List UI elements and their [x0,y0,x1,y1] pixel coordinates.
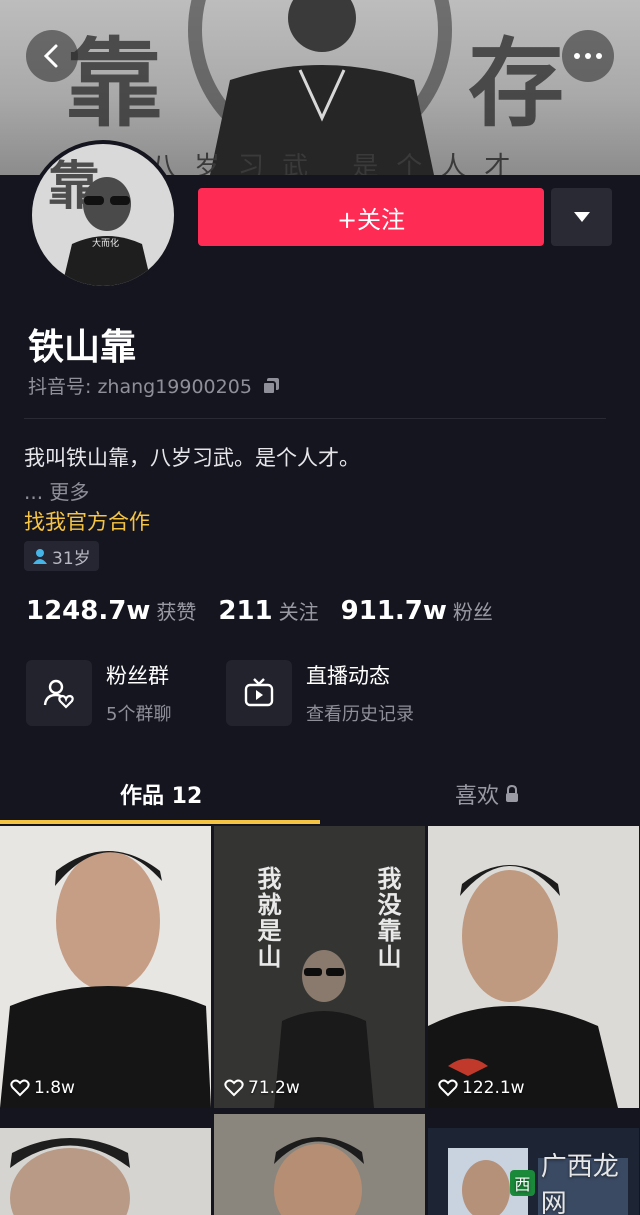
age-tag: 31岁 [24,541,99,571]
live-history-title: 直播动态 [306,664,390,688]
live-history-entry[interactable]: 直播动态 查看历史记录 [226,660,414,726]
like-count-text: 122.1w [462,1078,525,1098]
live-history-subtitle: 查看历史记录 [306,704,414,725]
bio: 我叫铁山靠，八岁习武。是个人才。 [24,446,360,470]
tab-works[interactable]: 作品 12 [120,778,202,810]
stat-likes: 1248.7w 获赞 [26,596,196,626]
stat-likes-value: 1248.7w [26,596,151,626]
age-text: 31岁 [52,548,91,569]
heart-icon [224,1079,244,1097]
person-icon [33,549,47,564]
video-thumbnail[interactable] [214,1114,425,1215]
business-cooperation-link[interactable]: 找我官方合作 [24,506,150,536]
douyin-id-text: 抖音号: zhang19900205 [28,376,252,398]
video-image [0,826,211,1108]
douyin-id: 抖音号: zhang19900205 [28,372,280,399]
video-like-count: 71.2w [224,1078,300,1098]
stat-following[interactable]: 211 关注 [218,596,318,626]
stat-likes-label: 获赞 [156,600,197,624]
stat-following-value: 211 [218,596,273,626]
video-image [428,826,639,1108]
heart-icon [438,1079,458,1097]
fan-group-entry[interactable]: 粉丝群 5个群聊 [26,660,171,726]
active-tab-indicator [0,820,320,824]
tab-likes-label: 喜欢 [455,784,500,809]
like-count-text: 71.2w [248,1078,300,1098]
fan-group-subtitle: 5个群聊 [106,704,172,725]
bio-more-link[interactable]: ... 更多 [24,476,89,505]
stat-fans-label: 粉丝 [452,600,493,624]
content-tabs: 作品 12 喜欢 [0,770,640,825]
stats-row: 1248.7w 获赞 211 关注 911.7w 粉丝 [26,596,515,626]
stat-fans-value: 911.7w [340,596,447,626]
watermark-text: 广西龙网 [540,1152,619,1215]
video-thumbnail[interactable]: 122.1w [428,826,639,1108]
more-options-button[interactable] [562,30,614,82]
video-image [214,1114,425,1215]
fan-group-icon [26,660,92,726]
heart-icon [10,1079,30,1097]
fan-group-title: 粉丝群 [106,664,169,688]
divider [24,418,606,419]
lock-icon [506,785,519,802]
video-caption-right: 我没靠山 [373,866,402,970]
avatar-image: 靠 [32,144,174,286]
chevron-left-icon [43,44,58,68]
banner-subtitle: 八岁习武 是个人才 [150,152,529,175]
video-image [0,1128,211,1215]
recommend-dropdown-button[interactable] [551,188,612,246]
triangle-down-icon [573,212,590,222]
watermark-logo: 西 [510,1170,535,1196]
banner-right-char: 存 [468,27,564,140]
back-button[interactable] [26,30,78,82]
banner-left-char: 靠 [66,27,162,140]
follow-button[interactable]: +关注 [198,188,544,246]
tab-likes[interactable]: 喜欢 [455,778,519,810]
live-tv-icon [226,660,292,726]
stat-following-label: 关注 [278,600,319,624]
video-thumbnail[interactable]: 我就是山 我没靠山 71.2w [214,826,425,1108]
profile-name: 铁山靠 [28,327,137,368]
video-like-count: 1.8w [10,1078,75,1098]
video-like-count: 122.1w [438,1078,525,1098]
video-thumbnail[interactable] [0,1128,211,1215]
more-dots-icon [574,53,602,59]
copy-icon[interactable] [261,377,280,395]
video-caption-left: 我就是山 [253,866,282,970]
video-thumbnail[interactable]: 1.8w [0,826,211,1108]
like-count-text: 1.8w [34,1078,75,1098]
avatar[interactable]: 靠 大而化 [28,140,178,290]
stat-fans[interactable]: 911.7w 粉丝 [341,596,493,626]
watermark: 西 广西龙网 [510,1146,640,1215]
avatar-caption: 大而化 [92,239,120,249]
